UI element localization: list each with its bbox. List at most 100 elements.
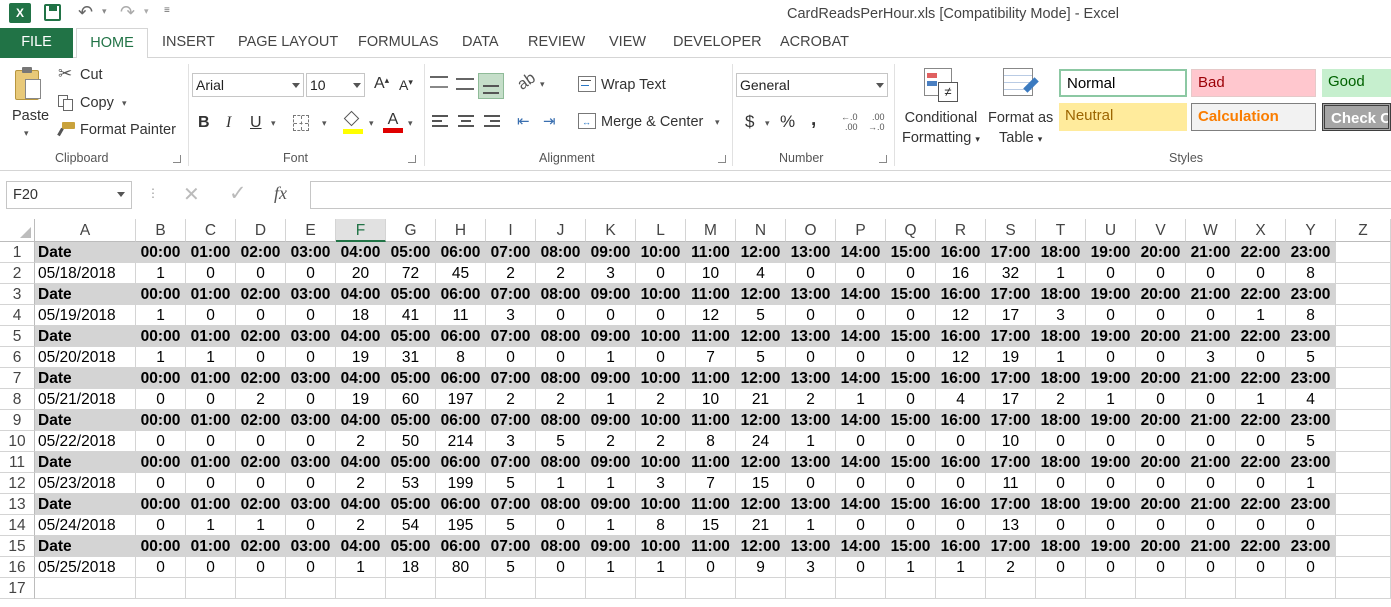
data-cell[interactable]: 0 bbox=[836, 347, 886, 368]
data-cell[interactable]: 0 bbox=[1186, 515, 1236, 536]
header-cell[interactable]: 05:00 bbox=[386, 326, 436, 347]
header-cell[interactable]: 22:00 bbox=[1236, 536, 1286, 557]
data-cell[interactable] bbox=[1236, 578, 1286, 599]
header-cell[interactable]: 08:00 bbox=[536, 326, 586, 347]
data-cell[interactable]: 0 bbox=[1136, 305, 1186, 326]
data-cell[interactable]: 8 bbox=[1286, 263, 1336, 284]
data-cell[interactable]: 05/18/2018 bbox=[35, 263, 136, 284]
data-cell[interactable]: 2 bbox=[536, 263, 586, 284]
column-header-w[interactable]: W bbox=[1186, 219, 1236, 242]
header-cell[interactable]: 02:00 bbox=[236, 452, 286, 473]
header-cell[interactable]: 10:00 bbox=[636, 284, 686, 305]
row-header-14[interactable]: 14 bbox=[0, 515, 35, 536]
bottom-align-icon[interactable] bbox=[478, 73, 504, 99]
header-cell[interactable] bbox=[1336, 494, 1391, 515]
tab-insert[interactable]: INSERT bbox=[162, 28, 215, 58]
column-header-k[interactable]: K bbox=[586, 219, 636, 242]
row-header-10[interactable]: 10 bbox=[0, 431, 35, 452]
header-cell[interactable]: 08:00 bbox=[536, 494, 586, 515]
row-header-17[interactable]: 17 bbox=[0, 578, 35, 599]
header-cell[interactable]: 01:00 bbox=[186, 242, 236, 263]
header-cell[interactable]: 06:00 bbox=[436, 368, 486, 389]
data-cell[interactable]: 0 bbox=[936, 431, 986, 452]
header-cell[interactable]: 13:00 bbox=[786, 326, 836, 347]
header-cell[interactable]: 14:00 bbox=[836, 494, 886, 515]
header-cell[interactable]: 23:00 bbox=[1286, 242, 1336, 263]
header-cell[interactable]: 08:00 bbox=[536, 368, 586, 389]
copy-dropdown-icon[interactable]: ▾ bbox=[122, 98, 127, 109]
data-cell[interactable]: 0 bbox=[186, 389, 236, 410]
header-cell[interactable]: 09:00 bbox=[586, 368, 636, 389]
header-cell[interactable]: 14:00 bbox=[836, 326, 886, 347]
header-cell[interactable]: 22:00 bbox=[1236, 242, 1286, 263]
select-all-corner[interactable] bbox=[0, 219, 35, 242]
grow-font-button[interactable]: A▴ bbox=[374, 75, 389, 93]
row-header-7[interactable]: 7 bbox=[0, 368, 35, 389]
header-cell[interactable]: 07:00 bbox=[486, 536, 536, 557]
data-cell[interactable] bbox=[886, 578, 936, 599]
header-cell[interactable]: 16:00 bbox=[936, 410, 986, 431]
data-cell[interactable]: 0 bbox=[686, 557, 736, 578]
data-cell[interactable]: 1 bbox=[586, 347, 636, 368]
header-cell[interactable]: 16:00 bbox=[936, 326, 986, 347]
decrease-decimal-icon[interactable]: .00 →.0 bbox=[868, 112, 885, 132]
save-icon[interactable] bbox=[44, 4, 61, 21]
column-header-h[interactable]: H bbox=[436, 219, 486, 242]
data-cell[interactable]: 10 bbox=[686, 389, 736, 410]
header-cell[interactable]: 02:00 bbox=[236, 326, 286, 347]
row-header-8[interactable]: 8 bbox=[0, 389, 35, 410]
data-cell[interactable]: 45 bbox=[436, 263, 486, 284]
header-cell[interactable]: 07:00 bbox=[486, 326, 536, 347]
data-cell[interactable] bbox=[686, 578, 736, 599]
data-cell[interactable]: 31 bbox=[386, 347, 436, 368]
data-cell[interactable]: 1 bbox=[1236, 305, 1286, 326]
column-header-m[interactable]: M bbox=[686, 219, 736, 242]
data-cell[interactable]: 3 bbox=[636, 473, 686, 494]
data-cell[interactable]: 0 bbox=[1236, 263, 1286, 284]
header-cell[interactable]: 18:00 bbox=[1036, 536, 1086, 557]
data-cell[interactable] bbox=[436, 578, 486, 599]
header-cell[interactable]: 13:00 bbox=[786, 368, 836, 389]
data-cell[interactable]: 214 bbox=[436, 431, 486, 452]
data-cell[interactable]: 0 bbox=[886, 347, 936, 368]
column-header-b[interactable]: B bbox=[136, 219, 186, 242]
data-cell[interactable] bbox=[486, 578, 536, 599]
data-cell[interactable]: 0 bbox=[836, 515, 886, 536]
header-cell[interactable]: 17:00 bbox=[986, 410, 1036, 431]
style-neutral[interactable]: Neutral bbox=[1059, 103, 1187, 131]
data-cell[interactable]: 1 bbox=[586, 515, 636, 536]
data-cell[interactable]: 0 bbox=[1186, 473, 1236, 494]
tab-developer[interactable]: DEVELOPER bbox=[673, 28, 762, 58]
data-cell[interactable]: 0 bbox=[1136, 263, 1186, 284]
header-cell[interactable]: 17:00 bbox=[986, 452, 1036, 473]
formula-input[interactable] bbox=[310, 181, 1391, 209]
data-cell[interactable]: 0 bbox=[286, 389, 336, 410]
header-cell[interactable]: 05:00 bbox=[386, 410, 436, 431]
cut-button[interactable]: Cut bbox=[80, 67, 103, 83]
column-header-a[interactable]: A bbox=[35, 219, 136, 242]
header-cell[interactable]: 07:00 bbox=[486, 284, 536, 305]
data-cell[interactable]: 0 bbox=[1236, 347, 1286, 368]
data-cell[interactable]: 2 bbox=[336, 431, 386, 452]
data-cell[interactable]: 17 bbox=[986, 305, 1036, 326]
header-cell[interactable]: 01:00 bbox=[186, 284, 236, 305]
data-cell[interactable]: 0 bbox=[1086, 515, 1136, 536]
column-header-g[interactable]: G bbox=[386, 219, 436, 242]
align-right-icon[interactable] bbox=[484, 115, 500, 127]
data-cell[interactable]: 0 bbox=[1136, 389, 1186, 410]
row-header-15[interactable]: 15 bbox=[0, 536, 35, 557]
data-cell[interactable]: 0 bbox=[1236, 473, 1286, 494]
data-cell[interactable] bbox=[1186, 578, 1236, 599]
column-header-c[interactable]: C bbox=[186, 219, 236, 242]
header-cell[interactable]: 03:00 bbox=[286, 536, 336, 557]
data-cell[interactable]: 15 bbox=[736, 473, 786, 494]
header-cell[interactable]: 12:00 bbox=[736, 536, 786, 557]
data-cell[interactable]: 1 bbox=[586, 389, 636, 410]
data-cell[interactable]: 11 bbox=[986, 473, 1036, 494]
underline-dropdown-icon[interactable]: ▾ bbox=[271, 118, 276, 129]
header-cell[interactable]: 12:00 bbox=[736, 368, 786, 389]
column-header-n[interactable]: N bbox=[736, 219, 786, 242]
undo-dropdown-icon[interactable]: ▾ bbox=[102, 6, 107, 17]
data-cell[interactable]: 12 bbox=[936, 347, 986, 368]
data-cell[interactable] bbox=[1336, 389, 1391, 410]
